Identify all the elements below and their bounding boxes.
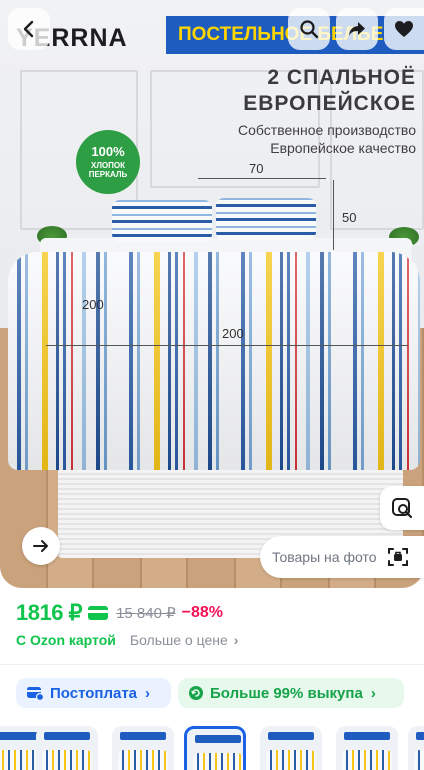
postpay-icon	[26, 685, 44, 701]
image-search-icon	[392, 498, 413, 519]
chevron-right-icon: ›	[370, 684, 376, 702]
thumbnail-strip[interactable]	[0, 726, 424, 770]
current-price: 1816 ₽	[16, 600, 83, 625]
thumbnail[interactable]	[336, 726, 398, 770]
scan-icon	[387, 548, 408, 566]
postpay-label: Постоплата	[50, 684, 138, 702]
badge-fabric: ПЕРКАЛЬ	[88, 170, 128, 179]
dimension-line	[46, 345, 408, 346]
pillow-left	[112, 200, 212, 242]
cotton-badge: 100% ХЛОПОК ПЕРКАЛЬ	[76, 130, 140, 194]
postpay-chip[interactable]: Постоплата ›	[16, 678, 171, 708]
buyout-chip[interactable]: Больше 99% выкупа ›	[178, 678, 404, 708]
products-on-photo-button[interactable]: Товары на фото	[260, 536, 424, 578]
buyout-label: Больше 99% выкупа	[210, 684, 363, 702]
thumbnail[interactable]	[408, 726, 424, 770]
thumbnail[interactable]	[260, 726, 322, 770]
image-subtitle-line2: Европейское качество	[270, 140, 416, 156]
price-row: 1816 ₽ 15 840 ₽ −88%	[16, 599, 223, 627]
discount-badge: −88%	[181, 604, 224, 621]
image-title-line1: 2 СПАЛЬНОЁ	[267, 66, 416, 89]
more-about-price-link[interactable]: Больше о цене	[130, 632, 228, 648]
visual-search-button[interactable]	[380, 486, 424, 530]
duvet-shading	[8, 252, 420, 470]
chevron-right-icon: ›	[233, 632, 239, 648]
next-image-button[interactable]	[22, 527, 60, 565]
thumbnail[interactable]	[36, 726, 98, 770]
thumbnail[interactable]	[112, 726, 174, 770]
dimension-pillow-width: 70	[249, 161, 264, 176]
badge-percent: 100%	[91, 144, 125, 159]
image-title-line2: ЕВРОПЕЙСКОЕ	[243, 92, 416, 115]
dimension-line	[198, 178, 326, 179]
share-icon	[349, 22, 365, 36]
share-button[interactable]	[336, 8, 378, 50]
dimension-pillow-height: 50	[342, 210, 357, 225]
thumbnail-selected[interactable]	[184, 726, 246, 770]
products-on-photo-label: Товары на фото	[272, 549, 377, 565]
dimension-line	[333, 180, 334, 250]
ozon-card-row: С Ozon картой Больше о цене ›	[16, 632, 238, 648]
dimension-duvet-side: 200	[82, 297, 104, 312]
search-button[interactable]	[288, 8, 330, 50]
buyout-icon	[188, 685, 204, 701]
card-icon	[88, 606, 109, 620]
divider	[0, 664, 424, 665]
dimension-duvet-width: 200	[222, 326, 244, 341]
pillow-right	[216, 198, 316, 240]
badge-material: ХЛОПОК	[90, 161, 126, 170]
ozon-card-label: С Ozon картой	[16, 632, 116, 648]
search-icon	[300, 20, 319, 39]
chevron-left-icon	[23, 20, 34, 38]
arrow-right-icon	[33, 540, 48, 552]
image-subtitle-line1: Собственное производство	[238, 122, 416, 138]
heart-icon	[395, 21, 413, 37]
old-price: 15 840 ₽	[116, 605, 176, 622]
favorite-button[interactable]	[384, 8, 424, 50]
back-button[interactable]	[8, 8, 50, 50]
chevron-right-icon: ›	[145, 684, 151, 702]
product-image-gallery[interactable]: 70 50 200 200 YERRNA ПОСТЕЛЬНОЕ БЕЛЬЕ 2 …	[0, 0, 424, 588]
